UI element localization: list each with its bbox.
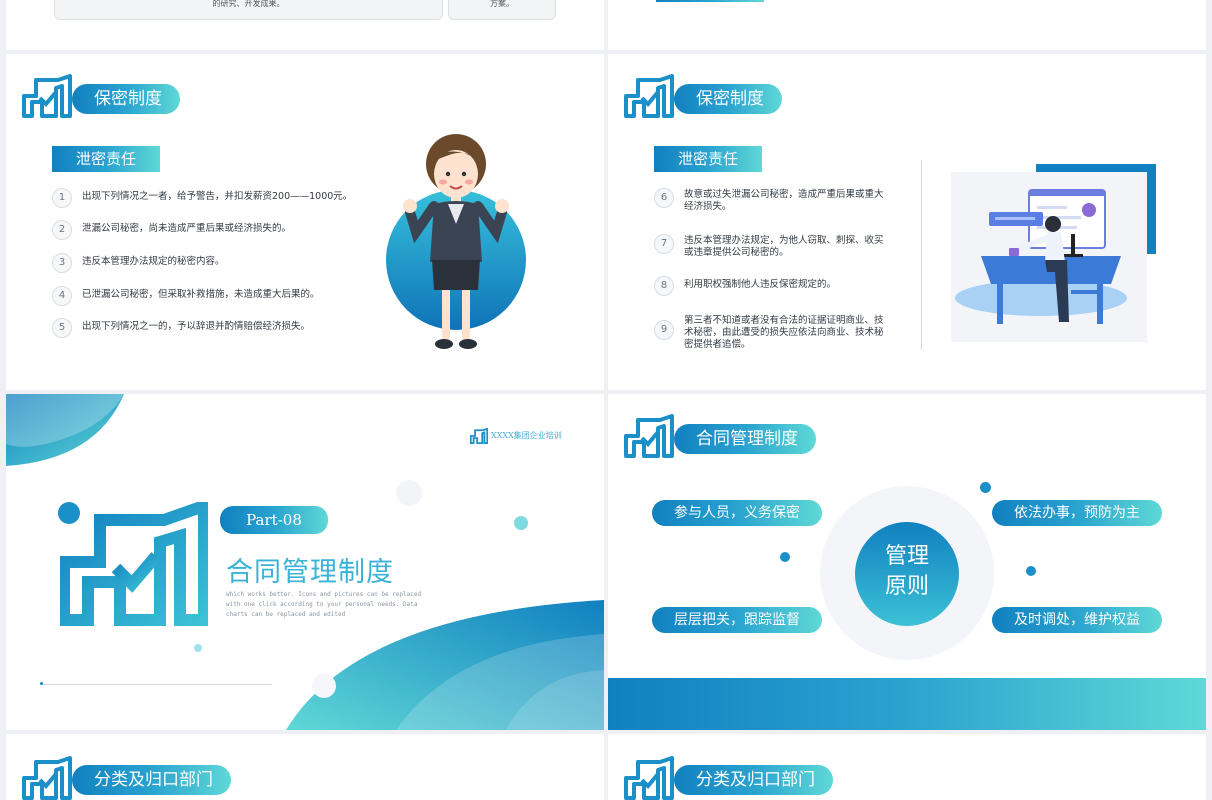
list-item: 4 已泄漏公司秘密，但采取补救措施，未造成重大后果的。 xyxy=(52,286,320,306)
item-number: 2 xyxy=(52,220,72,240)
corner-wave-top-left xyxy=(6,394,124,466)
section-title-pill: 保密制度 xyxy=(674,84,782,114)
slide-grid: 的研究、开发成果。 方案。 保密制度 泄密责任 1 出现下列情况之一者，给予警告… xyxy=(0,0,1212,800)
brand-small-logo-icon xyxy=(470,428,488,444)
decor-dot xyxy=(312,674,336,698)
cover-heading: 合同管理制度 xyxy=(226,557,394,588)
center-label-line: 原则 xyxy=(884,574,929,599)
list-item: 1 出现下列情况之一者，给予警告，并扣发薪资200——1000元。 xyxy=(52,188,352,208)
item-text: 泄漏公司秘密，尚未造成严重后果或经济损失的。 xyxy=(82,223,292,234)
slide-partial-top-right[interactable] xyxy=(608,0,1206,50)
progress-line xyxy=(40,684,272,685)
slide-part-08-cover[interactable]: XXXX集团企业培训 Part-08 合同管理制度 which works be… xyxy=(6,394,604,730)
item-line: 术秘密，由此遭受的损失应依法向商业、技术秘 xyxy=(684,327,884,338)
item-number: 8 xyxy=(654,276,674,296)
businesswoman-illustration xyxy=(386,134,526,349)
item-line: 利用职权强制他人违反保密规定的。 xyxy=(684,279,837,290)
slide-contract-management[interactable]: 合同管理制度 管理 原则 参与人员，义务保密 依法办事，预防为主 层层把关，跟踪… xyxy=(608,394,1206,730)
item-line: 违反本管理办法规定，为他人窃取、刺探、收买 xyxy=(684,235,884,246)
subtitle-tab: 泄密责任 xyxy=(654,146,763,172)
slide-classification-1[interactable]: 分类及归口部门 xyxy=(6,734,604,800)
item-line: 经济损失。 xyxy=(684,201,732,212)
section-title-pill: 分类及归口部门 xyxy=(72,765,231,795)
list-item: 5 出现下列情况之一的，予以辞退并酌情赔偿经济损失。 xyxy=(52,318,310,338)
decor-dot xyxy=(780,552,790,562)
bottom-gradient-bar xyxy=(608,678,1206,730)
list-item: 2 泄漏公司秘密，尚未造成严重后果或经济损失的。 xyxy=(52,220,291,240)
item-text: 违反本管理办法规定的秘密内容。 xyxy=(82,256,225,267)
item-number: 1 xyxy=(52,188,72,208)
cover-description-line: with one click according to your persona… xyxy=(226,601,418,608)
text-box-left-text: 的研究、开发成果。 xyxy=(212,0,285,8)
item-text: 出现下列情况之一的，予以辞退并酌情赔偿经济损失。 xyxy=(82,321,311,332)
section-title-pill: 分类及归口部门 xyxy=(674,765,833,795)
slide-confidentiality-2[interactable]: 保密制度 泄密责任 6 故意或过失泄漏公司秘密，造成严重后果或重大 经济损失。 … xyxy=(608,54,1206,390)
large-logo-icon xyxy=(60,502,208,626)
item-number: 3 xyxy=(52,253,72,273)
list-item: 9 第三者不知道或者没有合法的证据证明商业、技 术秘密，由此遭受的损失应依法向商… xyxy=(654,312,884,351)
cover-description-line: which works better. Icons and pictures c… xyxy=(226,591,422,598)
progress-dot xyxy=(40,682,43,685)
brand-logo-icon xyxy=(22,756,72,800)
item-number: 6 xyxy=(654,188,674,208)
item-text: 故意或过失泄漏公司秘密，造成严重后果或重大 经济损失。 xyxy=(684,186,884,213)
subtitle-tab: 泄密责任 xyxy=(52,146,161,172)
brand-logo-icon xyxy=(624,414,674,458)
center-label: 管理 原则 xyxy=(855,542,959,602)
principle-pill: 层层把关，跟踪监督 xyxy=(652,607,822,633)
part-label-pill: Part-08 xyxy=(220,506,328,534)
vertical-divider xyxy=(921,160,922,350)
item-text: 第三者不知道或者没有合法的证据证明商业、技 术秘密，由此遭受的损失应依法向商业、… xyxy=(684,312,884,351)
top-bar-accent xyxy=(656,0,764,2)
principle-pill: 及时调处，维护权益 xyxy=(992,607,1162,633)
item-text: 已泄漏公司秘密，但采取补救措施，未造成重大后果的。 xyxy=(82,289,320,300)
item-text: 出现下列情况之一者，给予警告，并扣发薪资200——1000元。 xyxy=(82,191,353,202)
item-text: 利用职权强制他人违反保密规定的。 xyxy=(684,276,836,291)
brand-logo-icon xyxy=(22,74,72,118)
section-title-pill: 保密制度 xyxy=(72,84,180,114)
office-worker-illustration xyxy=(955,189,1127,324)
brand-logo-icon xyxy=(624,74,674,118)
decor-dot xyxy=(396,480,422,506)
center-label-line: 管理 xyxy=(884,544,929,569)
item-number: 7 xyxy=(654,234,674,254)
section-title-pill: 合同管理制度 xyxy=(674,424,816,454)
list-item: 8 利用职权强制他人违反保密规定的。 xyxy=(654,276,836,296)
item-number: 9 xyxy=(654,320,674,340)
principle-pill: 依法办事，预防为主 xyxy=(992,500,1162,526)
item-line: 第三者不知道或者没有合法的证据证明商业、技 xyxy=(684,315,884,326)
cover-description-line: charts can be replaced and edited xyxy=(226,611,346,618)
brand-name: XXXX集团企业培训 xyxy=(491,431,562,440)
item-line: 或违章提供公司秘密的。 xyxy=(684,247,789,258)
item-line: 密提供者追偿。 xyxy=(684,339,751,350)
item-number: 4 xyxy=(52,286,72,306)
decor-dot xyxy=(514,516,528,530)
decor-dot xyxy=(194,644,202,652)
list-item: 7 违反本管理办法规定，为他人窃取、刺探、收买 或违章提供公司秘密的。 xyxy=(654,232,884,259)
principle-pill: 参与人员，义务保密 xyxy=(652,500,822,526)
decor-dot xyxy=(980,482,991,493)
decor-dot xyxy=(1026,566,1036,576)
item-number: 5 xyxy=(52,318,72,338)
list-item: 6 故意或过失泄漏公司秘密，造成严重后果或重大 经济损失。 xyxy=(654,186,884,213)
item-text: 违反本管理办法规定，为他人窃取、刺探、收买 或违章提供公司秘密的。 xyxy=(684,232,884,259)
brand-logo-icon xyxy=(624,756,674,800)
text-box-right-text: 方案。 xyxy=(490,0,514,8)
item-line: 故意或过失泄漏公司秘密，造成严重后果或重大 xyxy=(684,189,884,200)
slide-confidentiality-1[interactable]: 保密制度 泄密责任 1 出现下列情况之一者，给予警告，并扣发薪资200——100… xyxy=(6,54,604,390)
list-item: 3 违反本管理办法规定的秘密内容。 xyxy=(52,253,225,273)
slide-partial-top-left[interactable]: 的研究、开发成果。 方案。 xyxy=(6,0,604,50)
slide-classification-2[interactable]: 分类及归口部门 xyxy=(608,734,1206,800)
